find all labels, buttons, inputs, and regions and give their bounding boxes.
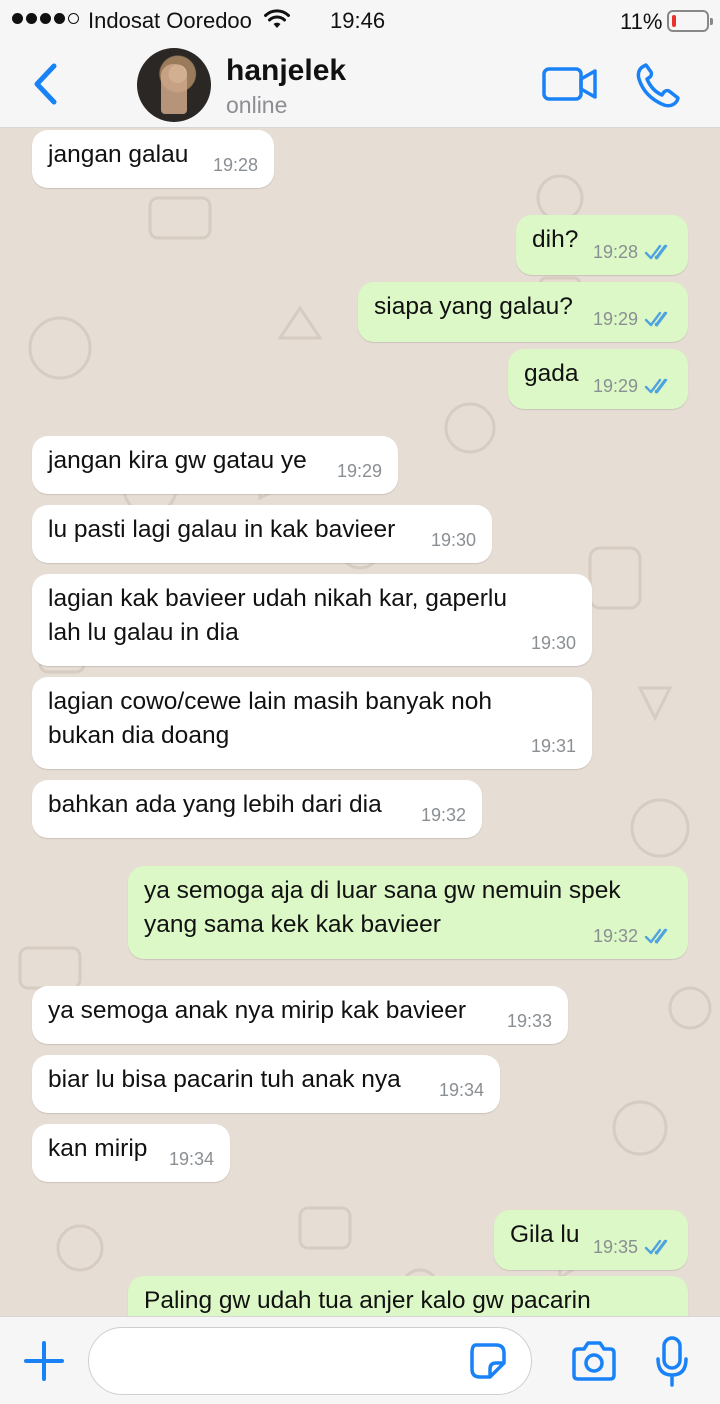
message-meta: 19:32 bbox=[421, 798, 466, 832]
outgoing-message-bubble[interactable]: dih? 19:28 bbox=[516, 215, 688, 275]
message-meta: 19:28 bbox=[593, 235, 674, 269]
message-text: bahkan ada yang lebih dari dia bbox=[48, 791, 382, 818]
message-text: ya semoga anak nya mirip kak bavieer bbox=[48, 997, 467, 1024]
wifi-icon bbox=[264, 9, 290, 28]
incoming-message-bubble[interactable]: lu pasti lagi galau in kak bavieer 19:30 bbox=[32, 505, 492, 563]
message-time: 19:30 bbox=[430, 530, 476, 550]
message-input[interactable] bbox=[88, 1327, 532, 1395]
message-meta: 19:34 bbox=[169, 1142, 214, 1176]
incoming-message-bubble[interactable]: lagian cowo/cewe lain masih banyak noh bu… bbox=[32, 677, 592, 769]
battery-icon bbox=[667, 10, 713, 32]
message-time: 19:31 bbox=[530, 736, 576, 756]
signal-strength-icon bbox=[12, 13, 79, 24]
message-time: 19:32 bbox=[420, 805, 466, 825]
message-meta: 19:32 bbox=[593, 919, 674, 953]
status-bar: Indosat Ooredoo 19:46 11% bbox=[0, 0, 720, 40]
message-meta: 19:34 bbox=[439, 1073, 484, 1107]
carrier-name: Indosat Ooredoo bbox=[88, 8, 252, 33]
sticker-icon[interactable] bbox=[468, 1341, 508, 1381]
back-chevron-icon[interactable] bbox=[28, 60, 64, 108]
message-time: 19:29 bbox=[592, 309, 638, 329]
read-receipt-icon bbox=[644, 1239, 668, 1255]
message-text: bukan dia doang bbox=[48, 722, 230, 749]
message-meta: 19:29 bbox=[593, 302, 674, 336]
message-meta: 19:31 bbox=[531, 729, 576, 763]
read-receipt-icon bbox=[644, 311, 668, 327]
message-time: 19:33 bbox=[506, 1011, 552, 1031]
incoming-message-bubble[interactable]: jangan galau 19:28 bbox=[32, 130, 274, 188]
message-time: 19:34 bbox=[168, 1149, 214, 1169]
read-receipt-icon bbox=[644, 928, 668, 944]
incoming-message-bubble[interactable]: kan mirip 19:34 bbox=[32, 1124, 230, 1182]
message-text: jangan kira gw gatau ye bbox=[48, 447, 307, 474]
message-text: lagian cowo/cewe lain masih banyak noh bbox=[48, 688, 492, 715]
read-receipt-icon bbox=[644, 244, 668, 260]
contact-name[interactable]: hanjelek bbox=[226, 54, 346, 88]
message-text: lagian kak bavieer udah nikah kar, gaper… bbox=[48, 585, 508, 612]
message-time: 19:29 bbox=[336, 461, 382, 481]
outgoing-message-bubble[interactable]: siapa yang galau? 19:29 bbox=[358, 282, 688, 342]
clock: 19:46 bbox=[330, 8, 386, 33]
contact-avatar[interactable] bbox=[137, 48, 211, 122]
outgoing-message-bubble[interactable]: gada 19:29 bbox=[508, 349, 688, 409]
microphone-icon[interactable] bbox=[654, 1335, 690, 1389]
message-text: Paling gw udah tua anjer kalo gw pacarin bbox=[144, 1287, 591, 1314]
outgoing-message-bubble[interactable]: ya semoga aja di luar sana gw nemuin spe… bbox=[128, 866, 688, 959]
message-text: biar lu bisa pacarin tuh anak nya bbox=[48, 1066, 401, 1093]
message-meta: 19:29 bbox=[593, 369, 674, 403]
read-receipt-icon bbox=[644, 378, 668, 394]
incoming-message-bubble[interactable]: biar lu bisa pacarin tuh anak nya 19:34 bbox=[32, 1055, 500, 1113]
incoming-message-bubble[interactable]: ya semoga anak nya mirip kak bavieer 19:3… bbox=[32, 986, 568, 1044]
video-call-icon[interactable] bbox=[541, 64, 599, 104]
message-text: ya semoga aja di luar sana gw nemuin spe… bbox=[144, 877, 621, 904]
phone-call-icon[interactable] bbox=[634, 62, 682, 108]
incoming-message-bubble[interactable]: lagian kak bavieer udah nikah kar, gaper… bbox=[32, 574, 592, 666]
incoming-message-bubble[interactable]: jangan kira gw gatau ye 19:29 bbox=[32, 436, 398, 494]
incoming-message-bubble[interactable]: bahkan ada yang lebih dari dia 19:32 bbox=[32, 780, 482, 838]
message-meta: 19:33 bbox=[507, 1004, 552, 1038]
message-text: lu pasti lagi galau in kak bavieer bbox=[48, 516, 396, 543]
chat-header: hanjelek online bbox=[0, 40, 720, 128]
message-time: 19:28 bbox=[212, 155, 258, 175]
message-time: 19:29 bbox=[592, 376, 638, 396]
battery-percentage: 11% bbox=[620, 9, 663, 34]
chat-area[interactable]: jangan galau 19:28 dih? 19:28 siapa yang gal… bbox=[0, 128, 720, 1316]
camera-icon[interactable] bbox=[570, 1339, 618, 1383]
message-time: 19:34 bbox=[438, 1080, 484, 1100]
message-meta: 19:29 bbox=[337, 454, 382, 488]
message-meta: 19:28 bbox=[213, 148, 258, 182]
message-meta: 19:30 bbox=[431, 523, 476, 557]
message-meta: 19:30 bbox=[531, 626, 576, 660]
contact-status: online bbox=[226, 92, 288, 118]
message-time: 19:32 bbox=[592, 926, 638, 946]
message-text: lah lu galau in dia bbox=[48, 619, 239, 646]
outgoing-message-bubble[interactable]: Paling gw udah tua anjer kalo gw pacarin bbox=[128, 1276, 688, 1316]
plus-icon[interactable] bbox=[22, 1339, 66, 1383]
composer-bar bbox=[0, 1316, 720, 1404]
message-time: 19:30 bbox=[530, 633, 576, 653]
outgoing-message-bubble[interactable]: Gila lu 19:35 bbox=[494, 1210, 688, 1270]
message-meta: 19:35 bbox=[593, 1230, 674, 1264]
message-time: 19:28 bbox=[592, 242, 638, 262]
message-time: 19:35 bbox=[592, 1237, 638, 1257]
